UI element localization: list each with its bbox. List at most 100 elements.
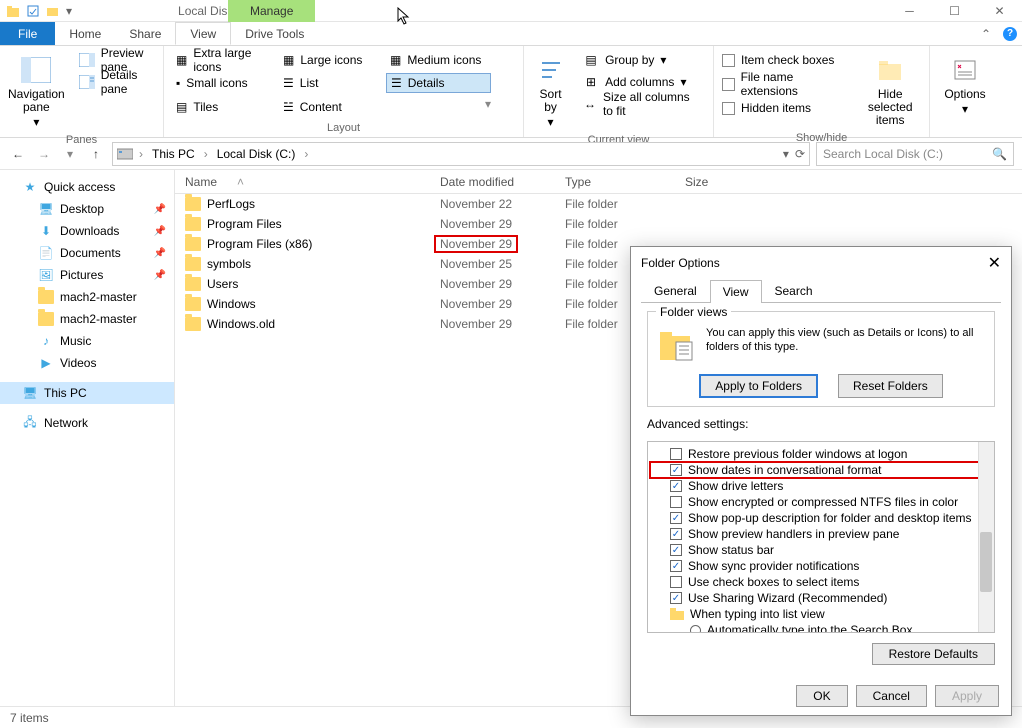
tab-home[interactable]: Home bbox=[55, 22, 115, 45]
tab-drive-tools[interactable]: Drive Tools bbox=[231, 22, 318, 45]
nav-quick-access[interactable]: ★Quick access bbox=[0, 176, 174, 198]
checkbox-icon bbox=[722, 102, 735, 115]
dropdown-icon: ▾ bbox=[660, 53, 666, 67]
navigation-pane-button[interactable]: Navigation pane▾ bbox=[8, 50, 65, 130]
collapse-ribbon-icon[interactable]: ⌃ bbox=[974, 22, 998, 45]
explorer-icon bbox=[6, 4, 20, 18]
layout-tiles[interactable]: ▤Tiles bbox=[172, 97, 277, 117]
up-button[interactable]: ↑ bbox=[86, 144, 106, 164]
options-icon bbox=[949, 54, 981, 86]
adv-setting-item[interactable]: ✓Show dates in conversational format bbox=[650, 462, 992, 478]
tab-share[interactable]: Share bbox=[115, 22, 175, 45]
layout-expand-icon[interactable]: ▾ bbox=[485, 97, 491, 117]
hidden-items-toggle[interactable]: Hidden items bbox=[722, 98, 849, 118]
adv-setting-label: When typing into list view bbox=[690, 607, 825, 621]
adv-setting-item[interactable]: ✓Show sync provider notifications bbox=[650, 558, 992, 574]
table-row[interactable]: Program FilesNovember 29File folder bbox=[175, 214, 1022, 234]
contextual-tab-manage[interactable]: Manage bbox=[228, 0, 315, 22]
group-icon: ▤ bbox=[583, 52, 599, 68]
scrollbar[interactable] bbox=[978, 442, 994, 632]
options-button[interactable]: Options▾ bbox=[938, 50, 992, 118]
adv-setting-item[interactable]: Show encrypted or compressed NTFS files … bbox=[650, 494, 992, 510]
nav-this-pc[interactable]: 🖥This PC bbox=[0, 382, 174, 404]
hide-selected-button[interactable]: Hide selected items bbox=[859, 50, 921, 128]
preview-pane-button[interactable]: Preview pane bbox=[75, 50, 155, 70]
nav-documents[interactable]: 📄Documents📌 bbox=[0, 242, 174, 264]
help-button[interactable]: ? bbox=[998, 22, 1022, 45]
forward-button[interactable]: → bbox=[34, 144, 54, 164]
refresh-icon[interactable]: ⟳ bbox=[795, 147, 805, 161]
cancel-button[interactable]: Cancel bbox=[856, 685, 927, 707]
ok-button[interactable]: OK bbox=[796, 685, 847, 707]
folder-icon bbox=[185, 237, 201, 251]
scrollbar-thumb[interactable] bbox=[980, 532, 992, 592]
adv-setting-item[interactable]: ✓Show pop-up description for folder and … bbox=[650, 510, 992, 526]
details-pane-button[interactable]: Details pane bbox=[75, 72, 155, 92]
adv-setting-item[interactable]: ✓Use Sharing Wizard (Recommended) bbox=[650, 590, 992, 606]
item-checkboxes-toggle[interactable]: Item check boxes bbox=[722, 50, 849, 70]
nav-downloads[interactable]: ⬇Downloads📌 bbox=[0, 220, 174, 242]
layout-small[interactable]: ▪Small icons bbox=[172, 73, 277, 93]
group-layout-label: Layout bbox=[164, 122, 523, 137]
dlg-tab-view[interactable]: View bbox=[710, 280, 762, 303]
adv-setting-item[interactable]: ✓Show drive letters bbox=[650, 478, 992, 494]
reset-folders-button[interactable]: Reset Folders bbox=[838, 374, 943, 398]
col-size[interactable]: Size bbox=[675, 175, 755, 189]
file-extensions-toggle[interactable]: File name extensions bbox=[722, 74, 849, 94]
chevron-right-icon[interactable]: › bbox=[137, 147, 145, 161]
back-button[interactable]: ← bbox=[8, 144, 28, 164]
crumb-local-disk[interactable]: Local Disk (C:) bbox=[214, 147, 299, 161]
layout-details[interactable]: ☰Details bbox=[386, 73, 491, 93]
apply-button[interactable]: Apply bbox=[935, 685, 999, 707]
layout-list[interactable]: ☰List bbox=[279, 73, 384, 93]
qat-properties-icon[interactable] bbox=[26, 4, 40, 18]
sort-by-button[interactable]: Sort by▾ bbox=[532, 50, 569, 130]
address-bar[interactable]: › This PC › Local Disk (C:) › ▾ ⟳ bbox=[112, 142, 810, 166]
restore-defaults-button[interactable]: Restore Defaults bbox=[872, 643, 995, 665]
recent-dropdown[interactable]: ▾ bbox=[60, 144, 80, 164]
search-input[interactable]: Search Local Disk (C:) 🔍 bbox=[816, 142, 1014, 166]
adv-setting-item[interactable]: ✓Show preview handlers in preview pane bbox=[650, 526, 992, 542]
layout-content[interactable]: ☱Content bbox=[279, 97, 384, 117]
adv-setting-item[interactable]: When typing into list view bbox=[650, 606, 992, 622]
close-button[interactable]: ✕ bbox=[977, 0, 1022, 22]
chevron-right-icon[interactable]: › bbox=[202, 147, 210, 161]
size-columns-button[interactable]: ↔Size all columns to fit bbox=[579, 94, 705, 114]
adv-setting-item[interactable]: Use check boxes to select items bbox=[650, 574, 992, 590]
qat-dropdown-icon[interactable]: ▾ bbox=[66, 4, 72, 18]
crumb-this-pc[interactable]: This PC bbox=[149, 147, 198, 161]
minimize-button[interactable]: ─ bbox=[887, 0, 932, 22]
nav-desktop[interactable]: 🖥Desktop📌 bbox=[0, 198, 174, 220]
maximize-button[interactable]: ☐ bbox=[932, 0, 977, 22]
col-name[interactable]: Name˄ bbox=[175, 175, 430, 189]
col-type[interactable]: Type bbox=[555, 175, 675, 189]
network-icon: 🖧 bbox=[22, 415, 38, 431]
nav-mach2-1[interactable]: mach2-master bbox=[0, 286, 174, 308]
qat-newfolder-icon[interactable] bbox=[46, 4, 60, 18]
nav-network[interactable]: 🖧Network bbox=[0, 412, 174, 434]
layout-medium[interactable]: ▦Medium icons bbox=[386, 50, 491, 70]
nav-pictures[interactable]: 🖼Pictures📌 bbox=[0, 264, 174, 286]
adv-setting-item[interactable]: Restore previous folder windows at logon bbox=[650, 446, 992, 462]
col-date[interactable]: Date modified bbox=[430, 175, 555, 189]
nav-mach2-2[interactable]: mach2-master bbox=[0, 308, 174, 330]
advanced-settings-list[interactable]: Restore previous folder windows at logon… bbox=[647, 441, 995, 633]
tab-file[interactable]: File bbox=[0, 22, 55, 45]
nav-videos[interactable]: ▶Videos bbox=[0, 352, 174, 374]
dlg-tab-search[interactable]: Search bbox=[762, 279, 826, 302]
apply-to-folders-button[interactable]: Apply to Folders bbox=[699, 374, 818, 398]
table-row[interactable]: PerfLogsNovember 22File folder bbox=[175, 194, 1022, 214]
layout-large[interactable]: ▦Large icons bbox=[279, 50, 384, 70]
address-dropdown-icon[interactable]: ▾ bbox=[783, 147, 789, 161]
dlg-tab-general[interactable]: General bbox=[641, 279, 710, 302]
tab-view[interactable]: View bbox=[175, 22, 231, 45]
add-columns-button[interactable]: ⊞Add columns ▾ bbox=[579, 72, 705, 92]
adv-setting-item[interactable]: ✓Show status bar bbox=[650, 542, 992, 558]
layout-extra-large[interactable]: ▦Extra large icons bbox=[172, 50, 277, 70]
group-by-button[interactable]: ▤Group by ▾ bbox=[579, 50, 705, 70]
chevron-right-icon[interactable]: › bbox=[302, 147, 310, 161]
dialog-close-button[interactable]: ✕ bbox=[988, 253, 1001, 273]
nav-music[interactable]: ♪Music bbox=[0, 330, 174, 352]
adv-setting-item[interactable]: Automatically type into the Search Box bbox=[650, 622, 992, 633]
checkbox-icon: ✓ bbox=[670, 480, 682, 492]
